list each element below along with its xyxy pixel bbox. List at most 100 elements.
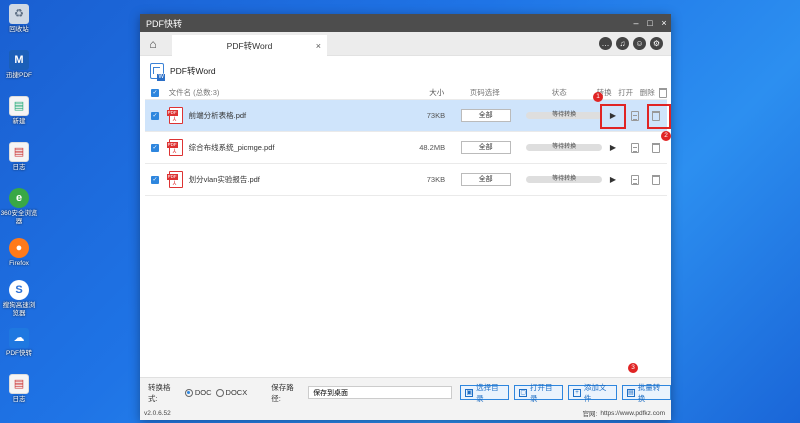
batch-convert-label: 批量转换 xyxy=(637,382,661,403)
site-url[interactable]: https://www.pdfkz.com xyxy=(600,410,665,417)
trash-header-icon[interactable] xyxy=(658,87,667,98)
desktop-icon-pdf-app[interactable]: ☁ PDF快转 xyxy=(0,328,38,358)
radio-doc[interactable] xyxy=(184,388,193,397)
folder-open-icon: ▢ xyxy=(519,388,528,397)
recycle-bin-icon: ♻ xyxy=(9,4,29,24)
maximize-button[interactable]: □ xyxy=(643,18,657,28)
file-table: ✓ 文件名 (总数:3) 大小 页码选择 状态 转换 打开 删除 ✓ 前端分析表… xyxy=(145,86,667,196)
home-icon[interactable]: ⌂ xyxy=(140,37,166,51)
file-size: 48.2MB xyxy=(419,143,446,152)
firefox-icon: ● xyxy=(9,238,29,258)
play-icon[interactable]: ▶ xyxy=(610,143,616,152)
desktop-icon-folder[interactable]: ▤ 新建 xyxy=(0,96,38,126)
folder-icon: ▣ xyxy=(465,388,474,397)
document-icon: ▤ xyxy=(9,374,29,394)
choose-dir-button[interactable]: ▣ 选择目录 xyxy=(460,383,510,403)
format-docx-option[interactable]: DOCX xyxy=(215,388,247,397)
file-size: 73KB xyxy=(426,175,446,184)
trash-icon[interactable] xyxy=(652,174,661,185)
pdf-file-icon xyxy=(166,171,183,188)
desktop-icon-recycle-bin[interactable]: ♻ 回收站 xyxy=(0,4,38,34)
radio-docx[interactable] xyxy=(215,388,224,397)
open-dir-label: 打开目录 xyxy=(530,382,553,403)
site-label: 官网: xyxy=(582,411,598,418)
add-file-button[interactable]: + 添加文件 xyxy=(568,383,618,403)
file-name: 划分vlan实验报告.pdf xyxy=(188,175,260,184)
play-icon[interactable]: ▶ xyxy=(610,175,616,184)
row-checkbox[interactable]: ✓ xyxy=(151,175,159,184)
save-path-input[interactable] xyxy=(308,386,453,399)
app-icon: M xyxy=(9,50,29,70)
choose-dir-label: 选择目录 xyxy=(476,382,499,403)
pdf-file-icon xyxy=(166,107,183,124)
highlight-delete-box xyxy=(647,104,671,129)
table-header: ✓ 文件名 (总数:3) 大小 页码选择 状态 转换 打开 删除 xyxy=(145,86,667,100)
header-range: 页码选择 xyxy=(469,88,500,97)
gear-icon[interactable]: ⚙ xyxy=(650,37,663,50)
row-checkbox[interactable]: ✓ xyxy=(151,111,159,120)
page-range-button[interactable]: 全部 xyxy=(460,109,511,122)
select-all-checkbox[interactable]: ✓ xyxy=(151,88,159,97)
format-label: 转换格式: xyxy=(148,382,171,403)
pdf-file-icon xyxy=(166,139,183,156)
row-checkbox[interactable]: ✓ xyxy=(151,143,159,152)
folder-icon: ▤ xyxy=(9,96,29,116)
add-file-label: 添加文件 xyxy=(583,382,607,403)
batch-convert-button[interactable]: ▤ 批量转换 xyxy=(622,383,671,403)
header-size: 大小 xyxy=(429,88,445,97)
sogou-icon: S xyxy=(9,280,29,300)
annotation-badge-1: 1 xyxy=(593,92,603,102)
desktop-icon-label: 迅捷PDF xyxy=(6,72,32,79)
desktop-icon-document[interactable]: ▤ 日志 xyxy=(0,142,38,172)
highlight-convert-box xyxy=(600,104,626,129)
page-range-button[interactable]: 全部 xyxy=(460,173,511,186)
annotation-badge-3: 3 xyxy=(628,363,638,373)
format-doc-label: DOC xyxy=(194,388,212,397)
open-file-icon[interactable] xyxy=(630,142,639,153)
section-title: PDF转Word xyxy=(170,66,216,76)
minimize-button[interactable]: – xyxy=(629,18,643,28)
desktop-icon-label: 回收站 xyxy=(9,26,29,33)
user-icon[interactable]: ☺ xyxy=(633,37,646,50)
file-size: 73KB xyxy=(426,111,446,120)
path-label: 保存路径: xyxy=(271,382,294,403)
pdf-app-icon: ☁ xyxy=(9,328,29,348)
desktop-icon-label: Firefox xyxy=(9,260,29,267)
file-name: 前端分析表格.pdf xyxy=(188,111,247,120)
tab-close-icon[interactable]: × xyxy=(316,41,321,51)
table-row[interactable]: ✓ 划分vlan实验报告.pdf 73KB 全部 等待转换 ▶ xyxy=(145,164,667,196)
title-bar[interactable]: PDF快转 – □ × xyxy=(140,14,671,32)
desktop-icon-firefox[interactable]: ● Firefox xyxy=(0,238,38,268)
close-button[interactable]: × xyxy=(657,18,671,28)
open-file-icon[interactable] xyxy=(630,110,639,121)
format-doc-option[interactable]: DOC xyxy=(184,388,212,397)
desktop-icon-app[interactable]: M 迅捷PDF xyxy=(0,50,38,80)
app-window: PDF快转 – □ × ⌂ PDF转Word × … ♫ ☺ ⚙ PDF转Wor… xyxy=(140,14,671,420)
status-pill: 等待转换 xyxy=(526,176,603,183)
desktop-icon-sogou[interactable]: S 搜狗高速浏览器 xyxy=(0,280,38,318)
status-pill: 等待转换 xyxy=(526,144,603,151)
page-range-button[interactable]: 全部 xyxy=(460,141,511,154)
desktop-icon-document-2[interactable]: ▤ 日志 xyxy=(0,374,38,404)
tab-pdf-to-word[interactable]: PDF转Word × xyxy=(172,35,327,56)
table-row[interactable]: ✓ 前端分析表格.pdf 73KB 全部 等待转换 ▶ xyxy=(145,100,667,132)
annotation-badge-2: 2 xyxy=(661,131,671,141)
chat-icon[interactable]: … xyxy=(599,37,612,50)
header-status: 状态 xyxy=(551,88,567,97)
header-delete: 删除 xyxy=(639,88,655,97)
headset-icon[interactable]: ♫ xyxy=(616,37,629,50)
desktop-icon-label: 搜狗高速浏览器 xyxy=(2,302,36,317)
tab-bar: ⌂ PDF转Word × … ♫ ☺ ⚙ xyxy=(140,32,671,56)
bottom-bar: 转换格式: DOC DOCX 保存路径: ▣ 选择目录 ▢ 打开目录 xyxy=(140,377,671,420)
table-row[interactable]: ✓ 综合布线系统_picmge.pdf 48.2MB 全部 等待转换 ▶ xyxy=(145,132,667,164)
window-title: PDF快转 xyxy=(146,18,183,29)
file-name: 综合布线系统_picmge.pdf xyxy=(188,143,275,152)
browser-icon: e xyxy=(9,188,29,208)
convert-icon: ▤ xyxy=(627,388,635,397)
top-icons: … ♫ ☺ ⚙ xyxy=(599,37,663,50)
open-dir-button[interactable]: ▢ 打开目录 xyxy=(514,383,564,403)
open-file-icon[interactable] xyxy=(630,174,639,185)
trash-icon[interactable] xyxy=(652,142,661,153)
header-open: 打开 xyxy=(618,88,634,97)
desktop-icon-browser[interactable]: e 360安全浏览器 xyxy=(0,188,38,226)
